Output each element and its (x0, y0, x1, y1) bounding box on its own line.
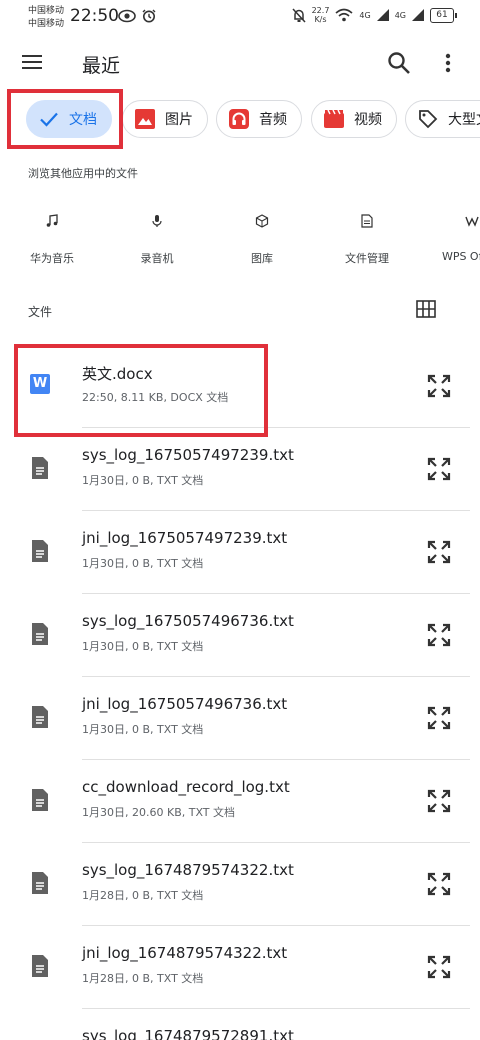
app-huawei-music[interactable]: 华为音乐 (7, 210, 97, 266)
file-name: jni_log_1675057496736.txt (82, 695, 288, 713)
app-gallery[interactable]: 图库 (217, 210, 307, 266)
file-meta: 1月30日, 20.60 KB, TXT 文档 (82, 806, 236, 819)
file-meta: 1月30日, 0 B, TXT 文档 (82, 474, 204, 487)
file-name: sys_log_1674879572891.txt (82, 1027, 294, 1040)
file-row[interactable]: sys_log_1675057497239.txt 1月30日, 0 B, TX… (0, 428, 480, 511)
file-name: sys_log_1674879574322.txt (82, 861, 294, 879)
file-row[interactable]: cc_download_record_log.txt 1月30日, 20.60 … (0, 760, 480, 843)
chip-label: 大型文件 (448, 112, 480, 128)
browse-apps-heading: 浏览其他应用中的文件 (28, 167, 138, 180)
chip-label: 图片 (165, 112, 193, 128)
chip-label: 音频 (259, 112, 287, 128)
status-bar: 中国移动 中国移动 22:50 22.7 K/s 4G 4G 61 (0, 0, 480, 36)
carrier-1: 中国移动 (28, 6, 65, 16)
wifi-icon (335, 8, 353, 22)
expand-icon[interactable] (426, 622, 452, 648)
app-label: 华为音乐 (30, 252, 74, 265)
grid-view-icon[interactable] (416, 299, 436, 319)
app-label: 录音机 (140, 252, 174, 265)
file-row[interactable]: jni_log_1674879574322.txt 1月28日, 0 B, TX… (0, 926, 480, 1009)
signal-bars-icon (376, 9, 389, 21)
file-name: sys_log_1675057497239.txt (82, 446, 294, 464)
text-file-icon (32, 872, 48, 894)
expand-icon[interactable] (426, 788, 452, 814)
file-manager-icon (361, 214, 373, 228)
image-icon (135, 109, 155, 129)
highlight-box (14, 344, 268, 437)
expand-icon[interactable] (426, 705, 452, 731)
carrier-2: 中国移动 (28, 19, 65, 29)
movie-icon (324, 109, 344, 128)
more-vert-icon[interactable] (440, 50, 456, 76)
microphone-icon (152, 215, 162, 227)
file-row[interactable]: jni_log_1675057497239.txt 1月30日, 0 B, TX… (0, 511, 480, 594)
text-file-icon (32, 457, 48, 479)
headphones-icon (229, 109, 249, 129)
chip-label: 视频 (354, 112, 382, 128)
mute-bell-icon (292, 7, 306, 23)
eye-icon (118, 9, 136, 23)
text-file-icon (32, 789, 48, 811)
battery-indicator: 61 (430, 7, 457, 23)
text-file-icon (32, 623, 48, 645)
file-meta: 1月30日, 0 B, TXT 文档 (82, 557, 204, 570)
signal-2-label: 4G (394, 10, 406, 20)
chip-video[interactable]: 视频 (311, 100, 397, 138)
app-label: 文件管理 (345, 252, 389, 265)
expand-icon[interactable] (426, 954, 452, 980)
chip-images[interactable]: 图片 (122, 100, 208, 138)
file-row[interactable]: sys_log_1675057496736.txt 1月30日, 0 B, TX… (0, 594, 480, 677)
page-title: 最近 (82, 55, 121, 77)
file-meta: 1月28日, 0 B, TXT 文档 (82, 972, 204, 985)
text-file-icon (32, 706, 48, 728)
file-row[interactable]: jni_log_1675057496736.txt 1月30日, 0 B, TX… (0, 677, 480, 760)
app-wps-office[interactable]: WPS Office (427, 210, 480, 263)
expand-icon[interactable] (426, 373, 452, 399)
file-meta: 1月30日, 0 B, TXT 文档 (82, 640, 204, 653)
tag-icon (419, 110, 438, 129)
text-file-icon (32, 540, 48, 562)
chip-large-files[interactable]: 大型文件 (405, 100, 480, 138)
file-name: cc_download_record_log.txt (82, 778, 290, 796)
alarm-icon (142, 9, 156, 23)
app-bar: 最近 (0, 36, 480, 92)
menu-icon[interactable] (20, 50, 44, 74)
wps-icon (465, 216, 479, 227)
signal-1-label: 4G (359, 10, 371, 20)
expand-icon[interactable] (426, 456, 452, 482)
file-row[interactable]: sys_log_1674879574322.txt 1月28日, 0 B, TX… (0, 843, 480, 926)
app-shortcuts: 华为音乐 录音机 图库 文件管理 WPS Office (0, 210, 480, 280)
search-icon[interactable] (386, 50, 412, 76)
file-name: jni_log_1674879574322.txt (82, 944, 288, 962)
highlight-box (7, 89, 123, 149)
speed-unit: K/s (314, 15, 327, 24)
text-file-icon (32, 955, 48, 977)
signal-bars-icon (412, 9, 424, 21)
network-speed: 22.7 K/s (312, 6, 330, 24)
files-heading: 文件 (28, 305, 53, 319)
file-meta: 1月30日, 0 B, TXT 文档 (82, 723, 204, 736)
file-meta: 1月28日, 0 B, TXT 文档 (82, 889, 204, 902)
file-name: sys_log_1675057496736.txt (82, 612, 294, 630)
status-time: 22:50 (70, 6, 119, 26)
gallery-icon (255, 214, 269, 228)
app-label: WPS Office (441, 250, 480, 263)
file-name: jni_log_1675057497239.txt (82, 529, 288, 547)
app-file-manager[interactable]: 文件管理 (322, 210, 412, 266)
file-row[interactable]: sys_log_1674879572891.txt (0, 1009, 480, 1040)
carrier-info: 中国移动 中国移动 (28, 5, 64, 31)
speed-value: 22.7 (311, 6, 330, 15)
expand-icon[interactable] (426, 871, 452, 897)
chip-audio[interactable]: 音频 (216, 100, 302, 138)
expand-icon[interactable] (426, 539, 452, 565)
music-note-icon (46, 214, 58, 227)
app-label: 图库 (251, 252, 273, 265)
app-recorder[interactable]: 录音机 (112, 210, 202, 266)
